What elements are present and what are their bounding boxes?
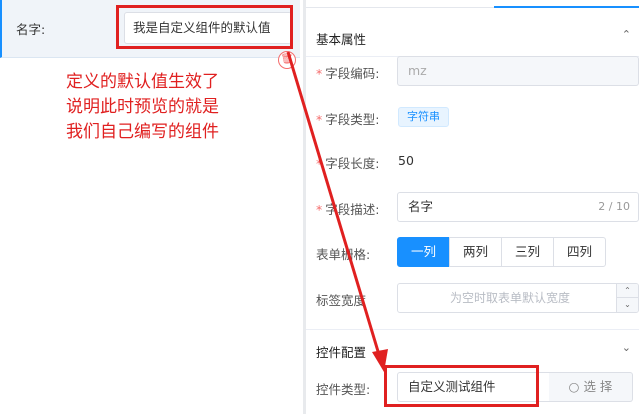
label-width-label: 标签宽度 [316,293,367,308]
required-mark: * [316,156,323,171]
number-stepper: ⌃ ⌄ [616,284,638,312]
char-counter: 2 / 10 [598,200,630,213]
annotation-line: 定义的默认值生效了 [66,72,219,92]
annotation-line: 我们自己编写的组件 [66,122,219,142]
chevron-down-icon[interactable]: ⌄ [622,341,631,354]
search-icon: ○ [568,379,580,394]
field-code-input[interactable]: mz [397,56,639,86]
grid-option-three-columns[interactable]: 三列 [501,237,554,267]
control-type-input[interactable]: 自定义测试组件 [397,372,550,402]
field-length-label: * 字段长度: [316,156,380,171]
select-component-button[interactable]: ○ 选 择 [549,372,633,402]
increment-icon[interactable]: ⌃ [617,284,638,298]
field-type-tag: 字符串 [398,107,449,127]
grid-option-two-columns[interactable]: 两列 [449,237,502,267]
decrement-icon[interactable]: ⌄ [617,298,638,312]
field-desc-input[interactable]: 名字 2 / 10 [397,192,639,222]
control-type-label: 控件类型: [316,382,371,397]
panel-tabs [306,0,639,8]
preview-field-label: 名字: [16,22,46,37]
field-length-value: 50 [398,153,414,168]
section-basic-title: 基本属性 [316,32,367,47]
preview-custom-input[interactable]: 我是自定义组件的默认值 [124,12,292,44]
required-mark: * [316,202,323,217]
preview-form-row[interactable]: 名字: 我是自定义组件的默认值 [0,0,300,58]
section-control-title: 控件配置 [316,345,367,360]
field-code-label: * 字段编码: [316,66,380,81]
select-button-label: 选 择 [583,379,613,394]
form-grid-label: 表单栅格: [316,247,371,262]
form-preview: 名字: 我是自定义组件的默认值 🗑 定义的默认值生效了 说明此时预览的就是 我们… [0,0,300,414]
chevron-up-icon[interactable]: ⌃ [622,28,631,41]
section-control-header[interactable]: 控件配置 ⌄ [306,332,639,368]
required-mark: * [316,66,323,81]
required-mark: * [316,112,323,127]
grid-option-one-column[interactable]: 一列 [397,237,450,267]
annotation-text: 定义的默认值生效了 说明此时预览的就是 我们自己编写的组件 [66,70,219,145]
active-tab-indicator [494,6,639,8]
grid-option-four-columns[interactable]: 四列 [553,237,606,267]
divider [306,329,639,330]
screen: 名字: 我是自定义组件的默认值 🗑 定义的默认值生效了 说明此时预览的就是 我们… [0,0,639,414]
property-panel: 基本属性 ⌃ * 字段编码: mz * 字段类型: 字符串 * 字段长度: 50 * 字… [306,0,639,414]
field-desc-value: 名字 [408,199,434,214]
label-width-input[interactable]: 为空时取表单默认宽度 ⌃ ⌄ [397,283,639,313]
section-basic-header[interactable]: 基本属性 ⌃ [306,19,639,55]
field-type-label: * 字段类型: [316,112,380,127]
form-grid-radio-group: 一列 两列 三列 四列 [397,237,606,267]
field-desc-label: * 字段描述: [316,202,380,217]
annotation-line: 说明此时预览的就是 [66,97,219,117]
delete-icon[interactable]: 🗑 [278,51,296,69]
label-width-placeholder: 为空时取表单默认宽度 [449,291,570,305]
